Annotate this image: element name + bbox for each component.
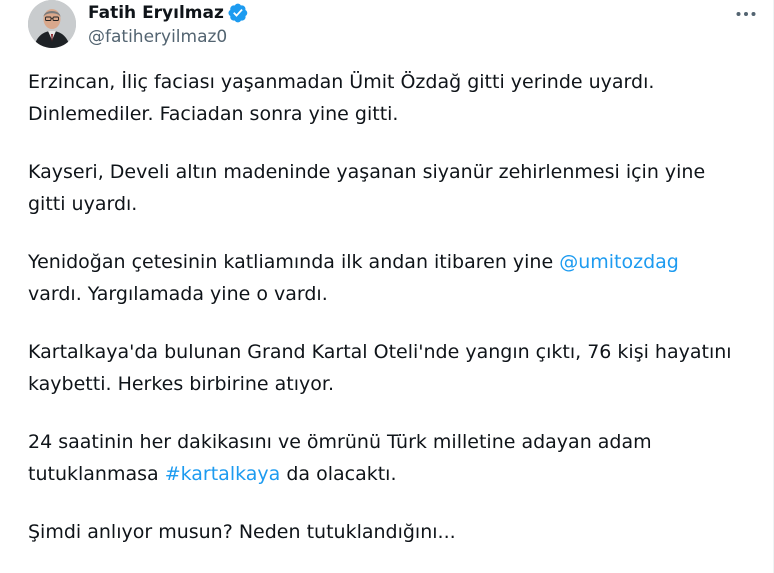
tweet-line: Yenidoğan çetesinin katliamında ilk anda… xyxy=(28,246,748,278)
tweet-line: Şimdi anlıyor musun? Neden tutuklandığın… xyxy=(28,521,456,543)
mention-link[interactable]: @umitozdag xyxy=(559,251,679,273)
tweet-text-segment: da olacaktı. xyxy=(280,463,397,485)
tweet-header: Fatih Eryılmaz @fatiheryilmaz0 xyxy=(28,0,773,56)
hashtag-link[interactable]: #kartalkaya xyxy=(165,463,281,485)
tweet-paragraph: 24 saatinin her dakikasını ve ömrünü Tür… xyxy=(28,426,748,490)
tweet-line: gitti uyardı. xyxy=(28,193,138,215)
author-info: Fatih Eryılmaz @fatiheryilmaz0 xyxy=(88,1,248,47)
author-display-name[interactable]: Fatih Eryılmaz xyxy=(88,3,224,23)
tweet-paragraph: Kayseri, Develi altın madeninde yaşanan … xyxy=(28,156,748,220)
tweet-text-segment: tutuklanmasa xyxy=(28,463,165,485)
tweet-text-segment: Yenidoğan çetesinin katliamında ilk anda… xyxy=(28,251,560,273)
tweet-line: vardı. Yargılamada yine o vardı. xyxy=(28,283,328,305)
tweet-line: 24 saatinin her dakikasını ve ömrünü Tür… xyxy=(28,431,652,453)
verified-badge-icon[interactable] xyxy=(228,3,248,23)
tweet-line: Kartalkaya'da bulunan Grand Kartal Oteli… xyxy=(28,341,732,363)
tweet-paragraph: Şimdi anlıyor musun? Neden tutuklandığın… xyxy=(28,516,748,548)
name-row: Fatih Eryılmaz xyxy=(88,1,248,25)
tweet-text: Erzincan, İliç faciası yaşanmadan Ümit Ö… xyxy=(28,66,748,573)
avatar-image xyxy=(28,0,76,48)
more-options-icon[interactable] xyxy=(731,2,761,26)
tweet-paragraph: Kartalkaya'da bulunan Grand Kartal Oteli… xyxy=(28,336,748,400)
tweet-paragraph: Yenidoğan çetesinin katliamında ilk anda… xyxy=(28,246,748,310)
tweet-line: kaybetti. Herkes birbirine atıyor. xyxy=(28,373,335,395)
tweet-line: Erzincan, İliç faciası yaşanmadan Ümit Ö… xyxy=(28,71,655,93)
author-handle[interactable]: @fatiheryilmaz0 xyxy=(88,27,248,47)
tweet-line: tutuklanmasa #kartalkaya da olacaktı. xyxy=(28,458,748,490)
tweet-card: Fatih Eryılmaz @fatiheryilmaz0 Erzincan,… xyxy=(0,0,774,573)
tweet-line: Dinlemediler. Faciadan sonra yine gitti. xyxy=(28,103,399,125)
avatar[interactable] xyxy=(28,0,76,48)
tweet-line: Kayseri, Develi altın madeninde yaşanan … xyxy=(28,161,706,183)
tweet-paragraph: Erzincan, İliç faciası yaşanmadan Ümit Ö… xyxy=(28,66,748,130)
